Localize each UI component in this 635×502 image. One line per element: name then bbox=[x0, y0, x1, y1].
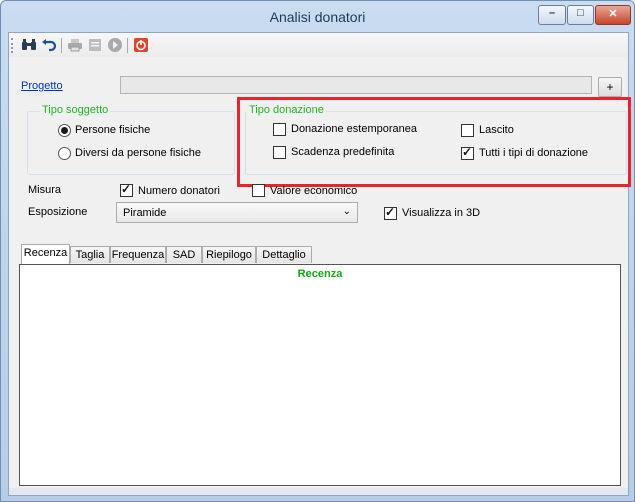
panel-title: Recenza bbox=[297, 268, 343, 280]
maximize-icon: □ bbox=[577, 7, 584, 19]
tab-panel: Recenza bbox=[19, 264, 621, 486]
print-icon[interactable] bbox=[67, 37, 83, 53]
diversi-label: Diversi da persone fisiche bbox=[75, 147, 201, 159]
tab-sad[interactable]: SAD bbox=[166, 246, 202, 263]
toolbar-separator bbox=[127, 38, 128, 53]
tab-riepilogo[interactable]: Riepilogo bbox=[202, 246, 256, 263]
progetto-link[interactable]: Progetto bbox=[21, 80, 63, 92]
valore-economico-label: Valore economico bbox=[270, 185, 358, 197]
tab-strip: Recenza Taglia Frequenza SAD Riepilogo D… bbox=[21, 244, 621, 264]
misura-label: Misura bbox=[28, 184, 62, 196]
tipo-soggetto-title: Tipo soggetto bbox=[40, 104, 111, 116]
checkbox-visualizza-3d[interactable] bbox=[384, 205, 397, 220]
client-area: Progetto + Tipo soggetto Persone fisiche… bbox=[8, 32, 631, 496]
highlight-box bbox=[237, 97, 631, 187]
next-icon[interactable] bbox=[107, 37, 123, 53]
status-bar bbox=[9, 488, 628, 495]
checkbox-numero-donatori[interactable] bbox=[120, 182, 133, 197]
undo-icon[interactable] bbox=[41, 37, 57, 53]
close-button[interactable]: ✕ bbox=[595, 5, 631, 25]
maximize-button[interactable]: □ bbox=[567, 5, 594, 25]
checkbox-valore-economico[interactable] bbox=[252, 184, 265, 197]
esposizione-select[interactable]: Piramide ⌄ bbox=[116, 202, 358, 223]
minimize-button[interactable]: – bbox=[538, 5, 566, 25]
title-bar[interactable]: Analisi donatori – □ ✕ bbox=[1, 1, 634, 32]
visualizza-3d-label: Visualizza in 3D bbox=[402, 207, 481, 219]
export-icon[interactable] bbox=[87, 37, 103, 53]
toolbar-separator bbox=[61, 38, 62, 53]
tab-frequenza[interactable]: Frequenza bbox=[110, 246, 166, 263]
tab-recenza[interactable]: Recenza bbox=[21, 244, 70, 264]
numero-donatori-label: Numero donatori bbox=[138, 185, 220, 197]
tab-taglia[interactable]: Taglia bbox=[70, 246, 110, 263]
add-progetto-button[interactable]: + bbox=[598, 77, 622, 97]
toolbar-grip[interactable] bbox=[11, 38, 15, 53]
app-window: Analisi donatori – □ ✕ Progetto + Tipo s… bbox=[0, 0, 635, 502]
minimize-icon: – bbox=[548, 7, 556, 19]
tab-dettaglio[interactable]: Dettaglio bbox=[256, 246, 312, 263]
close-icon: ✕ bbox=[608, 8, 618, 20]
exit-icon[interactable] bbox=[133, 37, 149, 53]
progetto-field[interactable] bbox=[120, 76, 592, 94]
radio-diversi-da-persone-fisiche[interactable] bbox=[58, 147, 71, 160]
toolbar bbox=[9, 33, 628, 57]
radio-persone-fisiche[interactable] bbox=[58, 124, 71, 137]
esposizione-value: Piramide bbox=[123, 207, 167, 219]
chevron-down-icon: ⌄ bbox=[342, 206, 351, 217]
esposizione-label: Esposizione bbox=[28, 206, 88, 218]
binoculars-icon[interactable] bbox=[21, 37, 37, 53]
persone-fisiche-label: Persone fisiche bbox=[75, 124, 151, 136]
tipo-soggetto-group bbox=[27, 111, 235, 175]
